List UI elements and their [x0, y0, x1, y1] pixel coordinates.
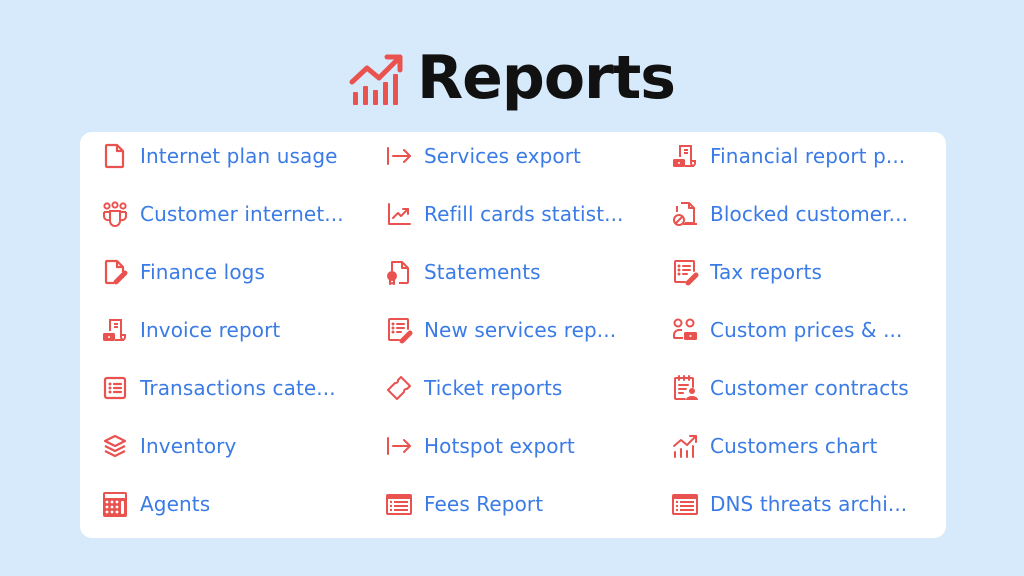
report-link-label: New services rep...: [424, 318, 617, 342]
report-link[interactable]: Services export: [384, 139, 581, 173]
report-link[interactable]: Invoice report: [100, 313, 280, 347]
list-edit-icon: [670, 257, 700, 287]
report-link[interactable]: Financial report p...: [670, 139, 905, 173]
report-link-label: Blocked customer...: [710, 202, 909, 226]
report-link[interactable]: Refill cards statist...: [384, 197, 624, 231]
report-link-label: Finance logs: [140, 260, 265, 284]
report-link-label: DNS threats archi...: [710, 492, 908, 516]
report-link[interactable]: Finance logs: [100, 255, 265, 289]
list-icon: [100, 373, 130, 403]
report-link[interactable]: Blocked customer...: [670, 197, 908, 231]
report-link[interactable]: Transactions cate...: [100, 371, 336, 405]
table-list-icon: [670, 489, 700, 519]
reports-list-card: Internet plan usage Customer internet... F…: [80, 132, 946, 538]
file-certificate-icon: [384, 257, 414, 287]
report-link-label: Custom prices & ...: [710, 318, 903, 342]
list-edit-icon: [384, 315, 414, 345]
report-link[interactable]: Tax reports: [670, 255, 822, 289]
report-link[interactable]: Internet plan usage: [100, 139, 338, 173]
report-link[interactable]: Hotspot export: [384, 429, 575, 463]
report-link-label: Refill cards statist...: [424, 202, 624, 226]
report-link[interactable]: Customer internet...: [100, 197, 344, 231]
report-link-label: Tax reports: [710, 260, 822, 284]
report-link[interactable]: Statements: [384, 255, 541, 289]
report-link-label: Inventory: [140, 434, 237, 458]
report-link[interactable]: Custom prices & ...: [670, 313, 902, 347]
invoice-money-icon: [100, 315, 130, 345]
report-link-label: Services export: [424, 144, 581, 168]
report-link-label: Ticket reports: [424, 376, 563, 400]
report-link-label: Customers chart: [710, 434, 878, 458]
report-link-label: Agents: [140, 492, 211, 516]
trend-chart-icon: [384, 199, 414, 229]
chart-growth-icon: [670, 431, 700, 461]
report-link[interactable]: Customers chart: [670, 429, 877, 463]
contract-user-icon: [670, 373, 700, 403]
export-arrow-icon: [384, 431, 414, 461]
file-edit-icon: [100, 257, 130, 287]
report-link[interactable]: Customer contracts: [670, 371, 909, 405]
file-icon: [100, 141, 130, 171]
report-link[interactable]: Fees Report: [384, 487, 543, 521]
page-header: Reports: [0, 38, 1024, 118]
files-blocked-icon: [670, 199, 700, 229]
calculator-icon: [100, 489, 130, 519]
layers-icon: [100, 431, 130, 461]
report-link-label: Hotspot export: [424, 434, 575, 458]
users-group-icon: [100, 199, 130, 229]
report-link[interactable]: Inventory: [100, 429, 236, 463]
report-link-label: Customer internet...: [140, 202, 344, 226]
report-link-label: Internet plan usage: [140, 144, 338, 168]
table-list-icon: [384, 489, 414, 519]
export-arrow-icon: [384, 141, 414, 171]
report-link-label: Invoice report: [140, 318, 281, 342]
users-money-icon: [670, 315, 700, 345]
chart-growth-icon: [349, 54, 403, 105]
report-link[interactable]: New services rep...: [384, 313, 616, 347]
report-link[interactable]: Agents: [100, 487, 210, 521]
report-link-label: Customer contracts: [710, 376, 909, 400]
report-link[interactable]: Ticket reports: [384, 371, 562, 405]
page-title: Reports: [416, 43, 676, 113]
report-link-label: Statements: [424, 260, 541, 284]
invoice-money-icon: [670, 141, 700, 171]
ticket-icon: [384, 373, 414, 403]
report-link-label: Fees Report: [424, 492, 544, 516]
report-link-label: Transactions cate...: [140, 376, 336, 400]
report-link[interactable]: DNS threats archi...: [670, 487, 907, 521]
report-link-label: Financial report p...: [710, 144, 906, 168]
